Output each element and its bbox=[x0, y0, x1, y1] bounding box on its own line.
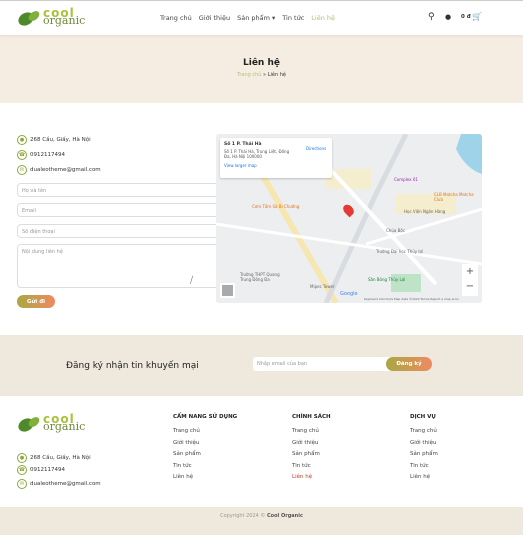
view-larger-map-link[interactable]: View larger map bbox=[224, 163, 328, 168]
name-input[interactable]: Họ và tên bbox=[17, 183, 232, 197]
leaf-logo-icon bbox=[18, 11, 40, 26]
user-icon[interactable]: ● bbox=[445, 13, 451, 21]
zoom-controls: + − bbox=[462, 264, 478, 296]
phone-icon: ☎ bbox=[17, 465, 27, 475]
page-title: Liên hệ bbox=[243, 58, 280, 68]
footer-col-services: DỊCH VỤ Trang chủ Giới thiệu Sản phẩm Tin t… bbox=[410, 414, 438, 480]
nav-news[interactable]: Tin tức bbox=[282, 14, 304, 22]
contact-phone: ☎ 0912117494 bbox=[17, 150, 65, 160]
page-banner: Liên hệ Trang chủ » Liên hệ bbox=[0, 35, 523, 103]
map-info-card: Số 1 P. Thái Hà Số 1 P. Thái Hà, Trung L… bbox=[220, 138, 332, 178]
message-textarea[interactable]: Nội dung liên hệ bbox=[17, 244, 232, 288]
newsletter-section: Đăng ký nhận tin khuyến mại Nhập email c… bbox=[0, 335, 523, 396]
nav-contact[interactable]: Liên hệ bbox=[311, 14, 335, 22]
footer-col-policy: CHÍNH SÁCH Trang chủ Giới thiệu Sản phẩm Ti… bbox=[292, 414, 331, 480]
logo[interactable]: cool organic bbox=[17, 7, 85, 27]
leaf-logo-icon bbox=[18, 417, 40, 432]
google-logo: Google bbox=[340, 291, 358, 297]
satellite-toggle[interactable] bbox=[220, 283, 235, 298]
subscribe-button[interactable]: Đăng ký bbox=[386, 357, 432, 371]
main-nav: Trang chủ Giới thiệu Sản phẩm ▾ Tin tức … bbox=[160, 14, 335, 22]
directions-link[interactable]: Directions bbox=[306, 146, 326, 151]
map-embed[interactable]: Số 1 P. Thái Hà Số 1 P. Thái Hà, Trung L… bbox=[216, 134, 482, 303]
basket-icon[interactable]: 🛒 bbox=[472, 12, 482, 21]
nav-products[interactable]: Sản phẩm ▾ bbox=[237, 14, 275, 22]
mail-icon: ✉ bbox=[17, 165, 27, 175]
resize-handle-icon[interactable]: ⧸ bbox=[190, 276, 193, 286]
newsletter-email-input[interactable]: Nhập email của bạn bbox=[253, 357, 403, 371]
search-icon[interactable]: ⚲ bbox=[428, 12, 435, 22]
footer-logo: cool organic bbox=[17, 413, 85, 433]
copyright: Copyright 2024 © Cool Organic bbox=[0, 507, 523, 535]
contact-email: ✉ dualeotheme@gmail.com bbox=[17, 165, 101, 175]
zoom-out-button[interactable]: − bbox=[462, 279, 478, 294]
location-icon: ● bbox=[17, 135, 27, 145]
cart-total[interactable]: 0 đ bbox=[461, 14, 471, 20]
footer-phone: ☎ 0912117494 bbox=[17, 465, 65, 475]
submit-button[interactable]: Gửi đi bbox=[17, 295, 55, 308]
breadcrumb: Trang chủ » Liên hệ bbox=[237, 72, 286, 78]
nav-home[interactable]: Trang chủ bbox=[160, 14, 192, 22]
footer-address: ● 268 Cầu, Giấy, Hà Nội bbox=[17, 453, 91, 463]
newsletter-title: Đăng ký nhận tin khuyến mại bbox=[66, 361, 199, 371]
header: cool organic Trang chủ Giới thiệu Sản phẩ… bbox=[0, 0, 523, 35]
phone-input[interactable]: Số điện thoại bbox=[17, 224, 232, 238]
nav-about[interactable]: Giới thiệu bbox=[199, 14, 230, 22]
location-icon: ● bbox=[17, 453, 27, 463]
zoom-in-button[interactable]: + bbox=[462, 264, 478, 279]
mail-icon: ✉ bbox=[17, 479, 27, 489]
footer-col-guide: CẨM NANG SỬ DỤNG Trang chủ Giới thiệu Sản … bbox=[173, 414, 238, 480]
contact-address: ● 268 Cầu, Giấy, Hà Nội bbox=[17, 135, 91, 145]
footer-email: ✉ dualeotheme@gmail.com bbox=[17, 479, 101, 489]
email-input[interactable]: Email bbox=[17, 203, 232, 217]
phone-icon: ☎ bbox=[17, 150, 27, 160]
